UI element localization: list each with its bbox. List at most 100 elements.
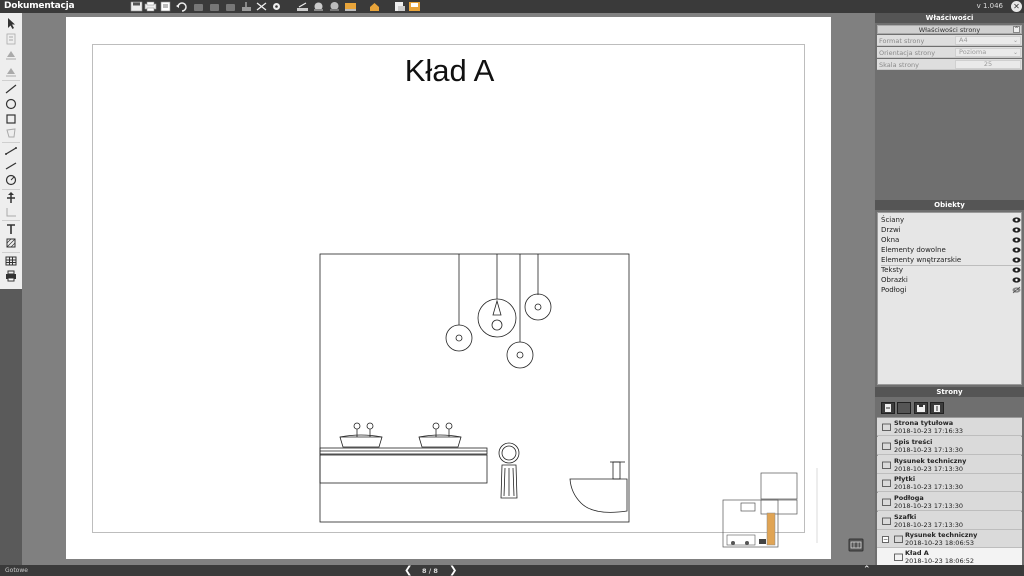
paint-icon[interactable] [344,1,357,12]
chevron-down-icon: ⌄ [1012,37,1018,44]
disabled-icon [192,1,205,12]
arrow-pointer-icon[interactable] [3,16,19,30]
rectangle-icon[interactable] [3,112,19,126]
grid-guide-icon[interactable] [3,205,19,219]
eye-icon[interactable] [1012,236,1021,244]
open-doc-icon[interactable] [408,1,421,12]
add-page-icon[interactable] [881,402,895,414]
draw-tool-icon[interactable] [296,1,309,12]
object-layer-windows[interactable]: Okna [881,235,1021,245]
bucket-icon[interactable] [312,1,325,12]
undo-icon[interactable] [175,1,188,12]
crane-icon[interactable] [240,1,253,12]
eye-icon[interactable] [1012,216,1021,224]
page-item[interactable]: Rysunek techniczny 2018-10-23 17:13:30 [877,456,1022,474]
grid-toggle-icon[interactable] [848,538,864,552]
toolbar-divider [2,252,20,253]
page-properties-section[interactable]: Właściwości strony ⌃ [877,25,1022,34]
status-text: Gotowe [5,567,28,574]
page-item[interactable]: Podłoga 2018-10-23 17:13:30 [877,493,1022,511]
left-panel-background [0,289,22,565]
previous-page-button[interactable]: ❮ [404,565,412,576]
align-bottom-icon[interactable] [3,64,19,78]
disabled-icon [224,1,237,12]
gear-icon[interactable] [270,1,283,12]
export-icon[interactable] [159,1,172,12]
eye-icon[interactable] [1012,246,1021,254]
folder-icon [894,535,903,543]
line-icon[interactable] [3,82,19,96]
pages-header: Strony [875,387,1024,397]
eye-icon[interactable] [1012,256,1021,264]
floor-plan-thumbnail[interactable] [721,463,821,553]
eye-icon[interactable] [1012,226,1021,234]
page-orientation-select[interactable]: Pozioma ⌄ [955,48,1021,57]
page-item[interactable]: Strona tytułowa 2018-10-23 17:16:33 [877,418,1022,436]
page-frame: Kład A [92,44,818,548]
object-layer-interior-elements[interactable]: Elementy wnętrzarskie [881,255,1021,265]
document-canvas[interactable]: Kład A [22,13,874,565]
circle-icon[interactable] [3,97,19,111]
eye-hidden-icon[interactable] [1012,286,1021,294]
disabled-icon [208,1,221,12]
save-icon[interactable] [130,1,143,12]
object-layer-texts[interactable]: Teksty [881,265,1021,275]
page-icon [882,498,891,506]
align-top-icon[interactable] [3,48,19,62]
table-icon[interactable] [3,254,19,268]
objects-header: Obiekty [875,200,1024,210]
page-item-selected[interactable]: Kład A 2018-10-23 18:06:52 [877,548,1022,566]
page-item[interactable]: Spis treści 2018-10-23 17:13:30 [877,437,1022,455]
move-page-icon[interactable] [914,402,928,414]
angle-icon[interactable] [3,173,19,187]
home-tool-icon[interactable] [368,1,381,12]
object-layer-walls[interactable]: Ściany [881,215,1021,225]
object-layer-floors[interactable]: Podłogi [881,285,1021,295]
status-bar: Gotowe ❮ 8 / 8 ❯ ⌃ [0,565,1024,576]
chevron-down-icon: ⌄ [1012,49,1018,56]
title-bar: Dokumentacja v 1.046 ✕ [0,0,1024,13]
right-panel: Właściwości Właściwości strony ⌃ Format … [875,13,1024,566]
dimension-icon[interactable] [3,144,19,158]
page-title[interactable]: Kład A [93,53,806,89]
delete-page-icon[interactable] [930,402,944,414]
duplicate-page-icon [897,402,911,414]
polygon-icon[interactable] [3,126,19,140]
page-icon [882,461,891,469]
text-box-icon[interactable] [3,32,19,46]
scale-icon[interactable] [328,1,341,12]
text-icon[interactable] [3,222,19,236]
cut-icon[interactable] [255,1,268,12]
object-layer-images[interactable]: Obrazki [881,275,1021,285]
arc-dimension-icon[interactable] [3,159,19,173]
next-page-button[interactable]: ❯ [449,565,457,576]
collapse-tree-icon[interactable]: − [882,536,889,543]
page-item[interactable]: Płytki 2018-10-23 17:13:30 [877,474,1022,492]
document-page[interactable]: Kład A [66,17,831,559]
property-page-scale: Skala strony 25 [877,59,1022,70]
print-preview-icon[interactable] [3,269,19,283]
property-page-orientation: Orientacja strony Pozioma ⌄ [877,47,1022,58]
close-button[interactable]: ✕ [1011,1,1022,12]
eye-icon[interactable] [1012,276,1021,284]
elevation-drawing[interactable] [319,253,631,525]
export-doc-icon[interactable] [393,1,406,12]
page-format-select[interactable]: A4 ⌄ [955,36,1021,45]
print-icon[interactable] [144,1,157,12]
page-item[interactable]: Szafki 2018-10-23 17:13:30 [877,512,1022,530]
page-icon [882,517,891,525]
hatch-icon[interactable] [3,236,19,250]
properties-header: Właściwości [875,13,1024,23]
object-layer-free-elements[interactable]: Elementy dowolne [881,245,1021,255]
page-icon [882,423,891,431]
eye-icon[interactable] [1012,266,1021,274]
object-layer-doors[interactable]: Drzwi [881,225,1021,235]
anchor-icon[interactable] [3,191,19,205]
collapse-icon[interactable]: ⌃ [1013,26,1020,33]
expand-panel-button[interactable]: ⌃ [863,565,871,576]
page-scale-stepper[interactable]: 25 [955,60,1021,69]
property-page-format: Format strony A4 ⌄ [877,35,1022,46]
objects-list: Ściany Drzwi Okna Elementy dowolne Eleme… [877,212,1022,385]
page-group-item[interactable]: − Rysunek techniczny 2018-10-23 18:06:53 [877,530,1022,548]
toolbar-divider [2,80,20,81]
